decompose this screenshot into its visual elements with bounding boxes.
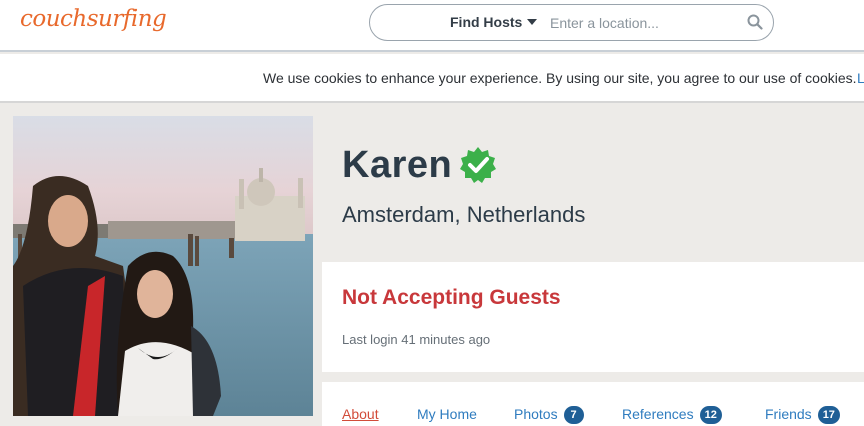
tab-photos-label: Photos: [514, 406, 558, 422]
top-navbar: couchsurfing Find Hosts: [0, 0, 864, 52]
search-mode-dropdown[interactable]: Find Hosts: [450, 14, 522, 30]
references-count-badge: 12: [699, 406, 722, 424]
verified-badge-icon: [459, 146, 497, 189]
cookie-banner-link[interactable]: L: [857, 70, 864, 86]
tab-my-home[interactable]: My Home: [417, 406, 477, 422]
search-icon[interactable]: [747, 14, 763, 35]
hosting-status: Not Accepting Guests: [342, 286, 561, 309]
tab-about[interactable]: About: [342, 406, 379, 422]
location-search-input[interactable]: [550, 12, 740, 34]
tab-friends-label: Friends: [765, 406, 812, 422]
cookie-banner: We use cookies to enhance your experienc…: [0, 54, 864, 103]
status-card: Not Accepting Guests Last login 41 minut…: [322, 262, 864, 372]
tab-photos[interactable]: Photos 7: [514, 406, 584, 424]
tab-references-label: References: [622, 406, 694, 422]
friends-count-badge: 17: [817, 406, 840, 424]
cookie-banner-text: We use cookies to enhance your experienc…: [263, 70, 857, 86]
profile-tabs: About My Home Photos 7 References 12 Frien…: [322, 382, 864, 426]
couchsurfing-logo[interactable]: couchsurfing: [20, 6, 167, 32]
profile-photo[interactable]: [13, 116, 313, 416]
profile-name: Karen: [342, 144, 453, 186]
photos-count-badge: 7: [563, 406, 584, 424]
search-bar: Find Hosts: [369, 4, 774, 41]
tab-friends[interactable]: Friends 17: [765, 406, 840, 424]
profile-location: Amsterdam, Netherlands: [342, 202, 586, 227]
chevron-down-icon[interactable]: [527, 19, 537, 25]
last-login-text: Last login 41 minutes ago: [342, 332, 491, 347]
tab-references[interactable]: References 12: [622, 406, 722, 424]
